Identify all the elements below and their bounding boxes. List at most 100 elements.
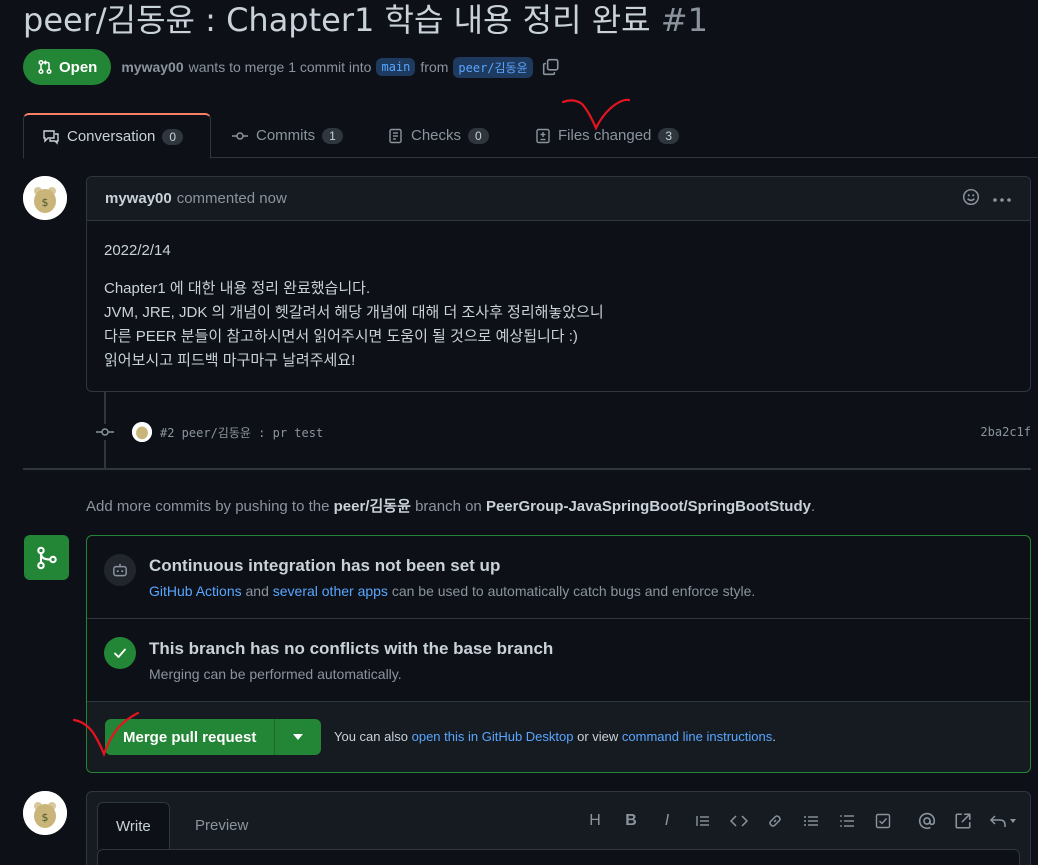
svg-text:$: $ <box>42 196 49 209</box>
status-badge: Open <box>23 49 112 85</box>
bulleted-list-icon[interactable] <box>800 810 822 832</box>
link-icon[interactable] <box>764 810 786 832</box>
bold-button[interactable]: B <box>620 810 642 832</box>
merge-text: wants to merge 1 commit into <box>188 59 372 75</box>
numbered-list-icon[interactable] <box>836 810 858 832</box>
tab-counter: 0 <box>162 128 184 145</box>
note-mid: or view <box>577 729 619 744</box>
markdown-toolbar: H B I <box>584 810 1020 832</box>
code-icon[interactable] <box>728 810 750 832</box>
bear-avatar-icon: $ <box>23 176 67 220</box>
quote-icon[interactable] <box>692 810 714 832</box>
tab-counter: 1 <box>322 127 343 144</box>
tab-label: Checks <box>411 127 462 144</box>
merge-box: Continuous integration has not been set … <box>86 535 1031 773</box>
comment-textarea[interactable] <box>97 849 1020 865</box>
push-hint-suffix: . <box>810 498 816 515</box>
tab-label: Files changed <box>558 127 652 144</box>
comment-line: 다른 PEER 분들이 참고하시면서 읽어주시면 도움이 될 것으로 예상됩니다… <box>104 328 578 345</box>
svg-text:$: $ <box>42 811 49 824</box>
heading-button[interactable]: H <box>584 810 606 832</box>
italic-button[interactable]: I <box>656 810 678 832</box>
merge-pull-request-button[interactable]: Merge pull request <box>105 719 276 755</box>
comment-box: myway00 commented now 2022/2/14 Chapter1… <box>86 176 1031 392</box>
push-hint-branch: peer/김동윤 <box>333 498 411 515</box>
comment-body: 2022/2/14 Chapter1 에 대한 내용 정리 완료했습니다. JV… <box>87 221 1030 391</box>
commit-icon <box>232 131 248 140</box>
comment-line: 읽어보시고 피드백 마구마구 날려주세요! <box>104 352 356 369</box>
tab-preview[interactable]: Preview <box>177 802 266 848</box>
tab-counter: 0 <box>468 127 489 144</box>
from-text: from <box>420 59 449 75</box>
github-desktop-link[interactable]: open this in GitHub Desktop <box>412 729 574 744</box>
commit-message[interactable]: #2 peer/김동윤 : pr test <box>160 424 323 441</box>
command-line-link[interactable]: command line instructions <box>622 729 772 744</box>
other-apps-link[interactable]: several other apps <box>273 583 388 599</box>
tab-write[interactable]: Write <box>97 802 170 850</box>
divider <box>23 468 1031 470</box>
github-actions-link[interactable]: GitHub Actions <box>149 583 242 599</box>
reply-dropdown-icon[interactable] <box>988 810 1020 832</box>
robot-icon <box>104 554 136 586</box>
pr-title: peer/김동윤 : Chapter1 학습 내용 정리 완료 <box>23 1 651 39</box>
task-list-icon[interactable] <box>872 810 894 832</box>
cross-reference-icon[interactable] <box>952 810 974 832</box>
comment-date: 2022/2/14 <box>104 242 171 259</box>
comment-editor: Write Preview H B I <box>86 791 1031 865</box>
tab-files-changed[interactable]: Files changed 3 <box>517 113 697 158</box>
base-branch[interactable]: main <box>376 58 416 76</box>
nc-sub: Merging can be performed automatically. <box>149 666 402 682</box>
nc-title: This branch has no conflicts with the ba… <box>149 639 554 658</box>
page-title: peer/김동윤 : Chapter1 학습 내용 정리 완료 #1 <box>23 0 708 40</box>
pr-number: #1 <box>660 1 708 39</box>
commit-row: #2 peer/김동윤 : pr test 2ba2c1f <box>95 418 1031 446</box>
tab-counter: 3 <box>658 127 680 144</box>
comment-meta[interactable]: commented now <box>177 190 287 207</box>
ci-rest: can be used to automatically catch bugs … <box>391 583 756 599</box>
tab-label: Commits <box>256 127 316 144</box>
bear-avatar-icon: $ <box>23 791 67 835</box>
head-branch[interactable]: peer/김동윤 <box>453 56 533 78</box>
commit-icon <box>95 424 115 440</box>
merge-options-dropdown[interactable] <box>275 719 322 755</box>
comment-author[interactable]: myway00 <box>105 190 172 207</box>
push-hint: Add more commits by pushing to the peer/… <box>86 495 815 516</box>
comment-icon <box>43 129 59 145</box>
triangle-down-icon <box>293 734 304 740</box>
note-suffix: . <box>772 729 776 744</box>
tab-label: Conversation <box>67 128 156 145</box>
more-options-icon[interactable] <box>992 190 1012 207</box>
commit-avatar[interactable] <box>132 422 152 442</box>
checklist-icon <box>389 128 402 143</box>
mention-icon[interactable] <box>916 810 938 832</box>
ci-title: Continuous integration has not been set … <box>149 556 501 575</box>
merge-note: You can also open this in GitHub Desktop… <box>334 729 776 744</box>
push-hint-middle: branch on <box>415 498 482 515</box>
merge-button-group: Merge pull request <box>105 719 322 755</box>
note-prefix: You can also <box>334 729 408 744</box>
push-hint-repo[interactable]: PeerGroup-JavaSpringBoot/SpringBootStudy <box>486 498 811 515</box>
tab-commits[interactable]: Commits 1 <box>213 113 361 158</box>
copy-icon[interactable] <box>542 58 560 76</box>
check-icon <box>104 637 136 669</box>
push-hint-prefix: Add more commits by pushing to the <box>86 498 330 515</box>
comment-header: myway00 commented now <box>87 177 1030 221</box>
pr-author-link[interactable]: myway00 <box>121 59 183 75</box>
tab-conversation[interactable]: Conversation 0 <box>23 113 211 159</box>
git-merge-icon <box>24 535 69 580</box>
file-diff-icon <box>536 128 550 143</box>
emoji-reaction-icon[interactable] <box>962 188 980 210</box>
merge-section: Merge pull request You can also open thi… <box>87 702 1030 772</box>
avatar[interactable]: $ <box>23 791 67 835</box>
commit-sha[interactable]: 2ba2c1f <box>980 425 1031 439</box>
conflicts-section: This branch has no conflicts with the ba… <box>87 619 1030 702</box>
avatar[interactable]: $ <box>23 176 67 220</box>
pr-status-row: Open myway00 wants to merge 1 commit int… <box>23 49 560 85</box>
status-label: Open <box>59 58 98 76</box>
comment-line: JVM, JRE, JDK 의 개념이 헷갈려서 해당 개념에 대해 더 조사후… <box>104 304 604 321</box>
pull-request-icon <box>38 59 52 75</box>
tab-checks[interactable]: Checks 0 <box>370 113 507 158</box>
pr-tabs: Conversation 0 Commits 1 Checks 0 Files … <box>23 113 1038 159</box>
ci-section: Continuous integration has not been set … <box>87 536 1030 619</box>
ci-and: and <box>245 583 269 599</box>
